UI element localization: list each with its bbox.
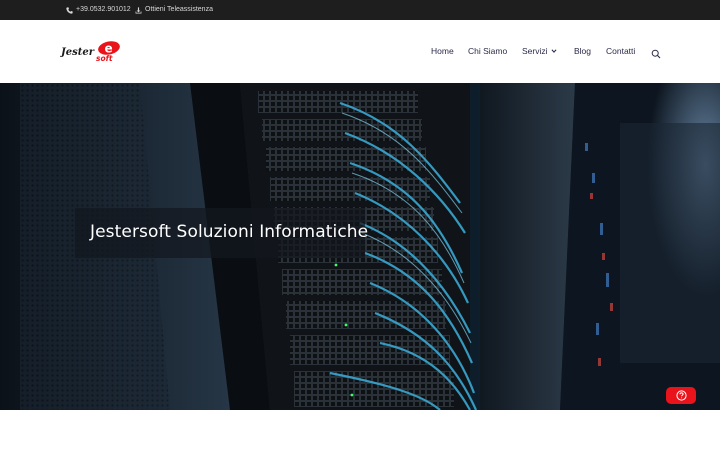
- help-icon: [675, 390, 687, 401]
- download-icon: [135, 6, 142, 14]
- hero-section: Jestersoft Soluzioni Informatiche: [0, 83, 720, 410]
- phone-number: +39.0532.901012: [76, 6, 131, 13]
- hero-title: Jestersoft Soluzioni Informatiche: [90, 222, 369, 242]
- help-button[interactable]: [666, 387, 696, 404]
- logo-text-main: Jester: [60, 47, 95, 58]
- nav-servizi[interactable]: Servizi: [522, 46, 557, 56]
- top-bar: +39.0532.901012 Ottieni Teleassistenza: [0, 0, 720, 20]
- teleassistance-link[interactable]: Ottieni Teleassistenza: [135, 6, 213, 14]
- site-header: Jester e soft Home Chi Siamo Servizi Blo…: [0, 20, 720, 83]
- phone-link[interactable]: +39.0532.901012: [66, 6, 131, 14]
- site-logo[interactable]: Jester e soft: [59, 41, 122, 63]
- nav-servizi-label: Servizi: [522, 46, 548, 56]
- nav-home-label: Home: [431, 46, 454, 56]
- search-button[interactable]: [651, 46, 661, 59]
- teleassistance-label: Ottieni Teleassistenza: [145, 6, 213, 13]
- nav-blog-label: Blog: [574, 46, 592, 56]
- nav-home[interactable]: Home: [431, 46, 454, 56]
- nav-contatti-label: Contatti: [606, 46, 636, 56]
- chevron-down-icon: [551, 48, 557, 54]
- hero-title-box: Jestersoft Soluzioni Informatiche: [75, 208, 369, 258]
- nav-chi-siamo-label: Chi Siamo: [468, 46, 508, 56]
- content-area: [0, 410, 720, 450]
- nav-chi-siamo[interactable]: Chi Siamo: [468, 46, 507, 56]
- logo-text-sub: soft: [96, 54, 113, 63]
- phone-icon: [66, 6, 73, 14]
- nav-contatti[interactable]: Contatti: [606, 46, 635, 56]
- search-icon: [651, 49, 661, 59]
- nav-blog[interactable]: Blog: [574, 46, 591, 56]
